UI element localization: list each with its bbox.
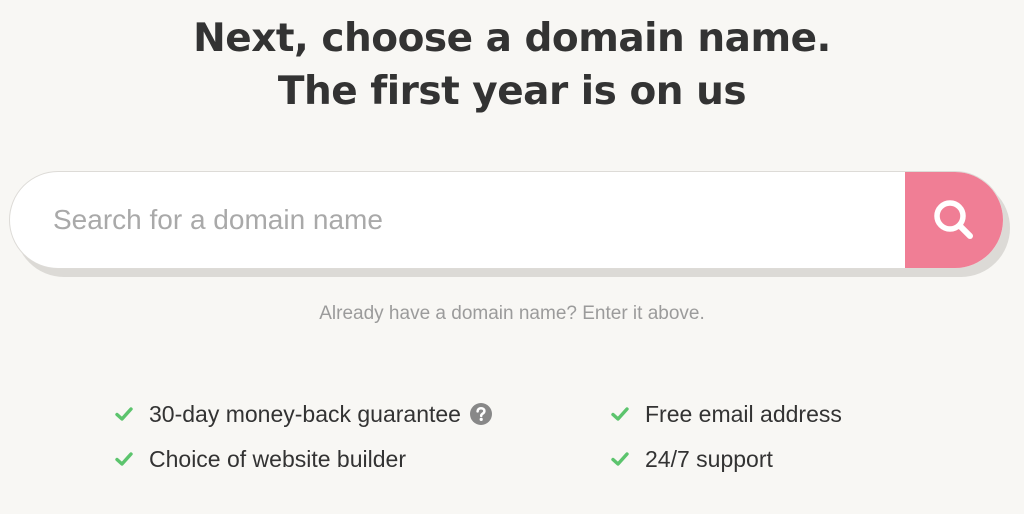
feature-label: Choice of website builder (149, 445, 406, 472)
feature-list: 30-day money-back guarantee Free email a… (0, 394, 1024, 494)
domain-search-input[interactable] (10, 172, 906, 268)
question-circle-icon[interactable] (469, 403, 492, 425)
check-icon (115, 452, 133, 466)
page-title: Next, choose a domain name. The first ye… (0, 12, 1024, 118)
page-title-line-2: The first year is on us (277, 69, 747, 114)
feature-label: 30-day money-back guarantee (149, 400, 461, 427)
existing-domain-hint: Already have a domain name? Enter it abo… (319, 303, 705, 324)
check-icon (611, 452, 629, 466)
feature-item-free-email: Free email address (610, 394, 842, 434)
search-icon (934, 200, 973, 239)
feature-label: 24/7 support (645, 445, 773, 472)
feature-item-website-builder: Choice of website builder (114, 439, 406, 479)
search-button[interactable] (905, 172, 1003, 268)
feature-item-support: 24/7 support (610, 439, 773, 479)
feature-label: Free email address (645, 400, 842, 427)
check-icon (115, 407, 133, 421)
page-title-line-1: Next, choose a domain name. (193, 16, 831, 61)
feature-item-money-back: 30-day money-back guarantee (114, 394, 492, 434)
check-icon (611, 407, 629, 421)
search-box (9, 171, 1004, 269)
domain-search-bar (9, 171, 1010, 277)
